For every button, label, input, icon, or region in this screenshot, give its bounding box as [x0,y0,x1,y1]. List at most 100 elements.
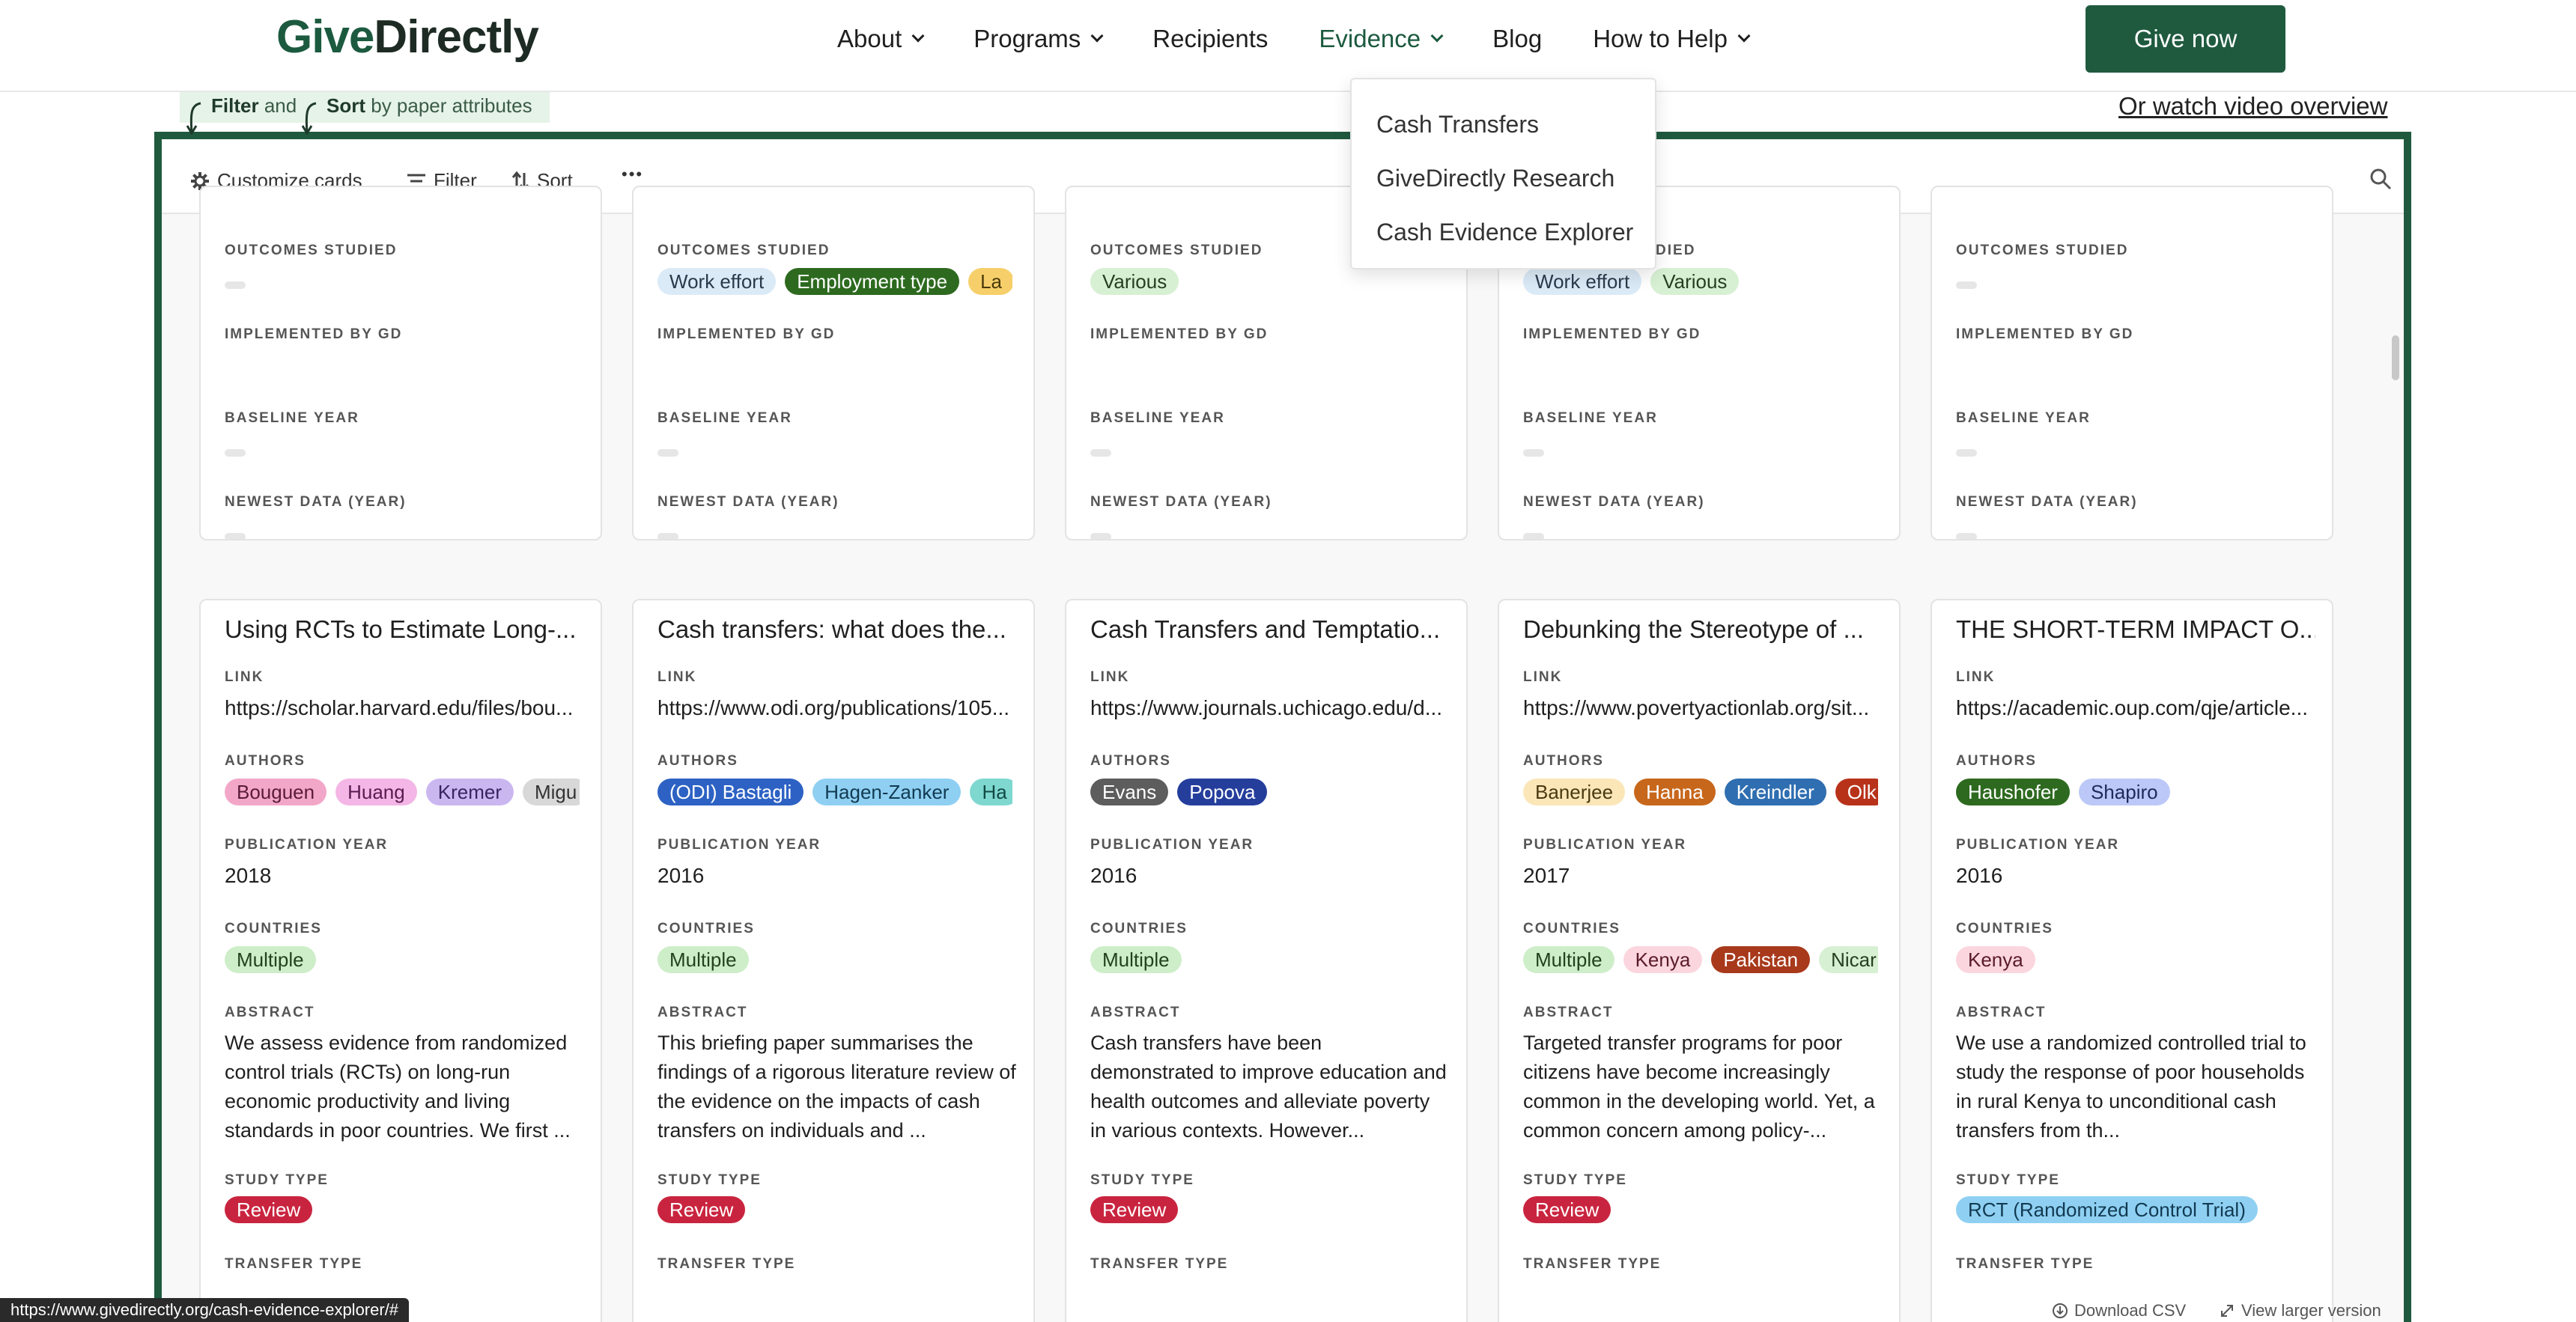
curved-arrow-icon [186,102,201,135]
tag-pill: Various [1650,268,1740,295]
outcome-card[interactable]: OUTCOMES STUDIED IMPLEMENTED BY GD BASELIN… [1931,186,2333,540]
study-type-label: STUDY TYPE [225,1172,329,1188]
tag-pill: Kenya [1623,946,1703,973]
study-type-tags: Review [225,1196,580,1225]
authors-label: AUTHORS [657,753,738,769]
country-tags: Kenya [1956,946,2311,975]
author-tags: Evans Popova [1090,779,1445,807]
study-type-label: STUDY TYPE [1956,1172,2060,1188]
publication-year: 2016 [657,864,705,887]
tag-pill: Kreindler [1724,779,1826,805]
tag-pill: Review [1523,1196,1611,1223]
tag-pill: RCT (Randomized Control Trial) [1956,1196,2258,1223]
authors-label: AUTHORS [1090,753,1171,769]
givedirectly-logo[interactable]: GiveDirectly [276,9,539,66]
authors-label: AUTHORS [1523,753,1604,769]
hint-sort-label: Sort [326,94,365,117]
hint-filter-label: Filter [211,94,259,117]
countries-label: COUNTRIES [1956,921,2053,936]
paper-card[interactable]: Debunking the Stereotype of ... LINK https… [1498,599,1901,1322]
view-larger-label: View larger version [2241,1301,2381,1320]
transfer-type-label: TRANSFER TYPE [1090,1256,1229,1272]
author-tags: Banerjee Hanna Kreindler Olk [1523,779,1878,807]
publication-year-label: PUBLICATION YEAR [657,837,821,853]
authors-label: AUTHORS [1956,753,2037,769]
menu-item-cash-transfers[interactable]: Cash Transfers [1352,103,1655,157]
menu-item-cash-evidence-explorer[interactable]: Cash Evidence Explorer [1352,211,1655,265]
paper-title[interactable]: Debunking the Stereotype of ... [1523,615,1883,644]
tag-pill: Migu [522,779,580,805]
publication-year-label: PUBLICATION YEAR [1090,837,1254,853]
paper-card[interactable]: THE SHORT-TERM IMPACT O... LINK https://ac… [1931,599,2333,1322]
paper-link[interactable]: https://www.povertyactionlab.org/sit... [1523,696,1869,720]
menu-item-givedirectly-research[interactable]: GiveDirectly Research [1352,157,1655,211]
more-options-button[interactable]: ••• [622,165,643,184]
implemented-label: IMPLEMENTED BY GD [1090,326,1269,342]
cards-gallery: OUTCOMES STUDIED IMPLEMENTED BY GD BASELIN… [162,186,2404,1322]
nav-item-programs[interactable]: Programs [973,25,1104,53]
nav-label: Programs [973,25,1081,52]
nav-label: Recipients [1152,25,1269,52]
curved-arrow-icon [301,102,317,135]
paper-title[interactable]: THE SHORT-TERM IMPACT O... [1956,615,2315,644]
nav-label: Evidence [1319,25,1421,52]
chevron-down-icon [1430,29,1444,43]
countries-label: COUNTRIES [657,921,755,936]
paper-card[interactable]: Cash Transfers and Temptatio... LINK https… [1065,599,1468,1322]
nav-item-how-to-help[interactable]: How to Help [1593,25,1751,53]
country-tags: Multiple Kenya Pakistan Nicar [1523,946,1878,975]
study-type-label: STUDY TYPE [1090,1172,1194,1188]
paper-card[interactable]: Using RCTs to Estimate Long-... LINK https… [199,599,602,1322]
tag-pill: Ha [970,779,1012,805]
give-now-button[interactable]: Give now [2086,5,2285,73]
nav-label: Blog [1492,25,1543,52]
page: GiveDirectly About Programs Recipients Evid… [0,0,2576,1322]
tag-pill: Work effort [657,268,777,295]
paper-link[interactable]: https://academic.oup.com/qje/article... [1956,696,2308,720]
publication-year-label: PUBLICATION YEAR [1523,837,1687,853]
paper-title[interactable]: Cash Transfers and Temptatio... [1090,615,1450,644]
implemented-label: IMPLEMENTED BY GD [225,326,403,342]
implemented-label: IMPLEMENTED BY GD [657,326,836,342]
study-type-tags: Review [657,1196,1012,1225]
link-label: LINK [1523,669,1563,685]
evidence-dropdown-menu: Cash Transfers GiveDirectly Research Cas… [1350,78,1656,269]
newest-data-label: NEWEST DATA (YEAR) [225,494,407,510]
abstract-text: We use a randomized controlled trial to … [1956,1032,2306,1142]
chevron-down-icon [911,29,925,43]
tag-pill: Employment type [785,268,960,295]
download-csv-link[interactable]: Download CSV [2052,1301,2186,1321]
newest-data-label: NEWEST DATA (YEAR) [1956,494,2138,510]
paper-link[interactable]: https://www.journals.uchicago.edu/d... [1090,696,1442,720]
countries-label: COUNTRIES [1090,921,1188,936]
search-icon[interactable] [2369,168,2392,190]
watch-video-link[interactable]: Or watch video overview [2118,92,2387,121]
nav-item-evidence[interactable]: Evidence [1319,25,1444,53]
empty-value-placeholder [1956,449,1977,457]
empty-value-placeholder [657,533,678,539]
gallery-scrollbar[interactable] [2392,335,2399,380]
tag-pill: Olk [1835,779,1878,805]
publication-year: 2017 [1523,864,1570,887]
paper-title[interactable]: Using RCTs to Estimate Long-... [225,615,584,644]
abstract-text: Cash transfers have been demonstrated to… [1090,1032,1447,1142]
paper-title[interactable]: Cash transfers: what does the... [657,615,1017,644]
abstract-label: ABSTRACT [1523,1005,1614,1020]
outcome-card[interactable]: OUTCOMES STUDIED IMPLEMENTED BY GD BASELIN… [199,186,602,540]
baseline-label: BASELINE YEAR [1090,410,1225,426]
empty-value-placeholder [1090,533,1111,539]
tag-pill: Popova [1177,779,1268,805]
nav-item-blog[interactable]: Blog [1492,25,1542,53]
paper-card[interactable]: Cash transfers: what does the... LINK http… [632,599,1035,1322]
nav-item-recipients[interactable]: Recipients [1152,25,1268,53]
site-header: GiveDirectly About Programs Recipients Evid… [0,0,2576,92]
view-larger-link[interactable]: View larger version [2219,1301,2381,1321]
main-nav: About Programs Recipients Evidence Blog How t… [837,18,1799,60]
paper-link[interactable]: https://www.odi.org/publications/105... [657,696,1009,720]
nav-item-about[interactable]: About [837,25,925,53]
paper-link[interactable]: https://scholar.harvard.edu/files/bou... [225,696,573,720]
outcome-card[interactable]: OUTCOMES STUDIED Work effort Employment ty… [632,186,1035,540]
tag-pill: Review [1090,1196,1179,1223]
tag-pill: Kenya [1956,946,2035,973]
empty-value-placeholder [1956,281,1977,289]
